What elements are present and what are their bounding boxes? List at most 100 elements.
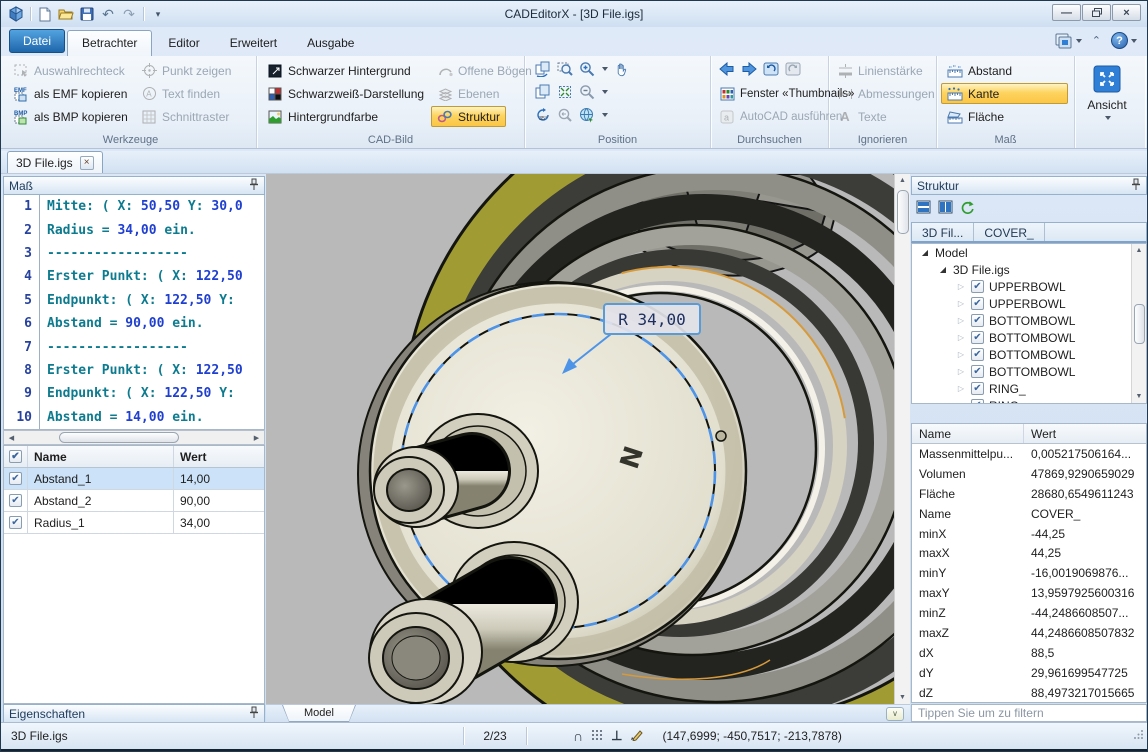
ribbon-item-offene-boegen[interactable]: Offene Bögen — [431, 60, 538, 81]
window-switch-dropdown-icon[interactable] — [1076, 39, 1082, 43]
save-icon[interactable] — [78, 5, 96, 23]
ribbon-item-kante[interactable]: Kante — [941, 83, 1068, 104]
new-file-icon[interactable] — [36, 5, 54, 23]
fit-to-window-icon[interactable] — [557, 84, 573, 100]
log-horizontal-scrollbar[interactable]: ◀ ▶ — [3, 430, 265, 445]
ribbon-item-hintergrundfarbe[interactable]: Hintergrundfarbe — [261, 106, 384, 127]
table-row[interactable]: ✔ Abstand_2 90,00 — [4, 490, 264, 512]
cad-3d-viewport[interactable]: N — [266, 174, 894, 704]
eigenschaften-panel-header[interactable]: Eigenschaften — [3, 704, 265, 723]
property-row[interactable]: Fläche 28680,6549611243 — [912, 484, 1146, 504]
tree-node[interactable]: ▷ ✔ BOTTOMBOWL — [912, 312, 1146, 329]
split-columns-icon[interactable] — [937, 199, 953, 215]
property-row[interactable]: dY 29,961699547725 — [912, 663, 1146, 683]
tab-erweitert[interactable]: Erweitert — [216, 31, 291, 56]
tree-node[interactable]: ▷ ✔ BOTTOMBOWL — [912, 346, 1146, 363]
ribbon-item-als-emf-kopieren[interactable]: EMF als EMF kopieren — [7, 83, 133, 104]
property-row[interactable]: Volumen 47869,9290659029 — [912, 464, 1146, 484]
zoom-out-dropdown-icon[interactable] — [602, 90, 608, 94]
copy-position-icon[interactable] — [535, 84, 551, 100]
zoom-in-dropdown-icon[interactable] — [602, 67, 608, 71]
zoom-in-icon[interactable] — [579, 61, 595, 77]
scroll-down-icon[interactable]: ▼ — [1132, 390, 1147, 403]
navigate-back-icon[interactable] — [719, 61, 735, 77]
tab-datei[interactable]: Datei — [9, 29, 65, 53]
row-checkbox-cell[interactable]: ✔ — [4, 468, 28, 489]
checkbox-checked-icon[interactable]: ✔ — [971, 297, 984, 310]
checkbox-checked-icon[interactable]: ✔ — [971, 331, 984, 344]
snap-icon[interactable]: ∩ — [573, 728, 583, 744]
checkbox-checked-icon[interactable]: ✔ — [971, 365, 984, 378]
header-wert[interactable]: Wert — [1024, 424, 1146, 443]
tree-node-file[interactable]: ◢ 3D File.igs — [912, 261, 1146, 278]
ribbon-item-schnittraster[interactable]: Schnittraster — [135, 106, 235, 127]
ribbon-item-autocad-ausfuehren[interactable]: a AutoCAD ausführen — [713, 106, 848, 127]
window-switch-icon[interactable] — [1055, 33, 1082, 49]
expander-collapsed-icon[interactable]: ▷ — [956, 299, 966, 308]
expander-collapsed-icon[interactable]: ▷ — [956, 350, 966, 359]
table-row[interactable]: ✔ Radius_1 34,00 — [4, 512, 264, 534]
undo-icon[interactable]: ↶ — [99, 5, 117, 23]
property-row[interactable]: minZ -44,2486608507... — [912, 603, 1146, 623]
zoom-out-icon[interactable] — [579, 84, 595, 100]
pin-icon[interactable] — [249, 178, 259, 194]
ribbon-item-linienstaerke[interactable]: Linienstärke — [831, 60, 929, 81]
expander-collapsed-icon[interactable]: ▷ — [956, 367, 966, 376]
checkbox-checked-icon[interactable]: ✔ — [9, 472, 22, 485]
tab-ausgabe[interactable]: Ausgabe — [293, 31, 368, 56]
tab-betrachter[interactable]: Betrachter — [67, 30, 152, 56]
ansicht-dropdown-icon[interactable] — [1105, 116, 1111, 120]
row-checkbox-cell[interactable]: ✔ — [4, 490, 28, 511]
pin-icon[interactable] — [249, 706, 259, 722]
app-icon[interactable] — [7, 5, 25, 23]
checkbox-checked-icon[interactable]: ✔ — [971, 348, 984, 361]
expander-collapsed-icon[interactable]: ▷ — [956, 384, 966, 393]
tree-node[interactable]: ▷ ✔ UPPERBOWL — [912, 295, 1146, 312]
help-dropdown-icon[interactable] — [1131, 39, 1137, 43]
restore-button[interactable] — [1082, 4, 1111, 21]
rotate-35-icon[interactable]: 35° — [535, 107, 551, 123]
table-row[interactable]: ✔ Abstand_1 14,00 — [4, 468, 264, 490]
property-row[interactable]: maxZ 44,2486608507832 — [912, 623, 1146, 643]
checkbox-checked-icon[interactable]: ✔ — [971, 382, 984, 395]
zoom-window-icon[interactable] — [557, 61, 573, 77]
scrollbar-thumb[interactable] — [1134, 304, 1145, 344]
pan-hand-icon[interactable] — [614, 61, 630, 77]
ribbon-item-auswahlrechteck[interactable]: Auswahlrechteck — [7, 60, 131, 81]
struktur-panel-header[interactable]: Struktur — [911, 176, 1147, 195]
ribbon-item-ebenen[interactable]: Ebenen — [431, 83, 505, 104]
ribbon-item-abmessungen[interactable]: Abmessungen — [831, 83, 941, 104]
help-button[interactable]: ? — [1111, 32, 1137, 49]
ribbon-item-punkt-zeigen[interactable]: Punkt zeigen — [135, 60, 237, 81]
pin-icon[interactable] — [1131, 178, 1141, 194]
expander-collapsed-icon[interactable]: ▷ — [956, 282, 966, 291]
expander-collapsed-icon[interactable]: ▷ — [956, 333, 966, 342]
toolbar-options-icon[interactable]: ▾ — [149, 5, 167, 23]
redo-icon[interactable]: ↷ — [120, 5, 138, 23]
bolt-hole[interactable] — [716, 431, 726, 441]
expander-expanded-icon[interactable]: ◢ — [920, 248, 930, 257]
property-row[interactable]: minX -44,25 — [912, 524, 1146, 544]
grid-icon[interactable] — [591, 729, 603, 744]
scroll-right-icon[interactable]: ▶ — [249, 431, 264, 444]
ribbon-item-text-finden[interactable]: A Text finden — [135, 83, 226, 104]
tree-node[interactable]: ▷ ✔ BOTTOMBOWL — [912, 363, 1146, 380]
checkbox-checked-icon[interactable]: ✔ — [971, 399, 984, 404]
tree-node-model[interactable]: ◢ Model — [912, 244, 1146, 261]
tree-node[interactable]: ▷ ✔ BOTTOMBOWL — [912, 329, 1146, 346]
expander-collapsed-icon[interactable]: ▷ — [956, 401, 966, 404]
cad-model-canvas[interactable]: N — [266, 174, 894, 704]
struktur-tab-cover[interactable]: COVER_ — [974, 223, 1044, 241]
row-checkbox-cell[interactable]: ✔ — [4, 512, 28, 533]
scroll-up-icon[interactable]: ▲ — [1132, 244, 1147, 257]
ribbon-item-als-bmp-kopieren[interactable]: BMP als BMP kopieren — [7, 106, 134, 127]
model-tab[interactable]: Model — [282, 705, 356, 722]
scroll-options-button[interactable]: ∨ — [886, 707, 904, 721]
scroll-up-icon[interactable]: ▲ — [895, 174, 910, 187]
property-row[interactable]: dZ 88,4973217015665 — [912, 683, 1146, 703]
dimension-label[interactable]: R 34,00 — [618, 310, 685, 329]
resize-grip-icon[interactable] — [1133, 729, 1144, 743]
checkbox-checked-icon[interactable]: ✔ — [9, 516, 22, 529]
checkbox-checked-icon[interactable]: ✔ — [971, 314, 984, 327]
struktur-tab-file[interactable]: 3D Fil... — [912, 223, 974, 241]
